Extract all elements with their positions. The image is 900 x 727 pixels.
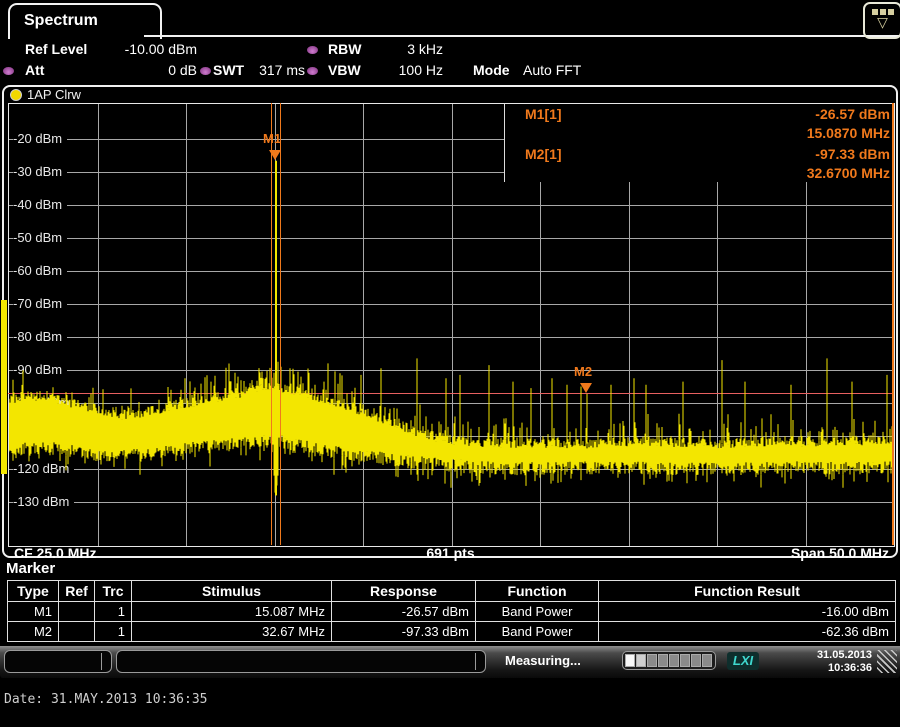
att-label[interactable]: Att [25, 62, 44, 78]
swt-label[interactable]: SWT [213, 62, 244, 78]
progress-segment [647, 654, 657, 667]
band-power-line [280, 103, 281, 545]
att-value[interactable]: 0 dB [110, 62, 197, 78]
sweep-points-label: 691 pts [8, 545, 893, 561]
trace1-label[interactable]: 1AP Clrw [27, 87, 81, 102]
table-cell: -62.36 dBm [599, 622, 895, 641]
att-led-icon [3, 67, 14, 75]
status-bar: Measuring... LXI 31.05.2013 10:36:36 [0, 646, 900, 678]
lxi-icon: LXI [727, 652, 759, 670]
progress-segment [702, 654, 712, 667]
progress-segment [669, 654, 679, 667]
table-header-cell: Stimulus [132, 581, 332, 601]
vbw-value[interactable]: 100 Hz [370, 62, 443, 78]
marker-info-panel: M1[1] -26.57 dBm 15.0870 MHz M2[1] -97.3… [505, 104, 893, 182]
marker-m1-level: -26.57 dBm [505, 106, 893, 122]
measuring-status-label: Measuring... [505, 653, 581, 668]
table-row: M2 132.67 MHz-97.33 dBmBand Power-62.36 d… [8, 621, 895, 641]
table-cell: -16.00 dBm [599, 602, 895, 621]
softkey-slot-left[interactable] [4, 650, 112, 673]
table-cell: 1 [95, 602, 132, 621]
table-header-cell: Type [8, 581, 59, 601]
marker-m2-triangle-icon[interactable] [580, 383, 592, 393]
table-header-cell: Ref [59, 581, 95, 601]
swt-value[interactable]: 317 ms [250, 62, 305, 78]
marker-m2-label[interactable]: M2 [574, 364, 592, 379]
table-header-cell: Response [332, 581, 476, 601]
span-label[interactable]: Span 50.0 MHz [791, 545, 889, 561]
ref-level-label[interactable]: Ref Level [25, 41, 87, 57]
marker-m2-frequency: 32.6700 MHz [505, 165, 893, 181]
tab-bar-divider [144, 35, 900, 37]
trace-edge-stripe [1, 300, 7, 474]
table-header-cell: Function Result [599, 581, 895, 601]
marker-m1-triangle-icon[interactable] [269, 150, 281, 160]
table-cell: -97.33 dBm [332, 622, 476, 641]
progress-segment [658, 654, 668, 667]
table-cell: 1 [95, 622, 132, 641]
table-header-cell: Function [476, 581, 599, 601]
marker-m2-level: -97.33 dBm [505, 146, 893, 162]
rbw-value[interactable]: 3 kHz [370, 41, 443, 57]
rbw-label[interactable]: RBW [328, 41, 361, 57]
graph-footer: CF 25.0 MHz 691 pts Span 50.0 MHz [8, 545, 893, 559]
progress-segment [636, 654, 646, 667]
table-cell [59, 622, 95, 641]
screenshot-date-text: Date: 31.MAY.2013 10:36:35 [4, 692, 208, 707]
mode-label[interactable]: Mode [473, 62, 510, 78]
table-header-cell: Trc [95, 581, 132, 601]
mode-value[interactable]: Auto FFT [523, 62, 581, 78]
table-cell: M2 [8, 622, 59, 641]
table-row: M1 115.087 MHz-26.57 dBmBand Power-16.00 … [8, 601, 895, 621]
marker-section-title: Marker [6, 560, 55, 577]
table-cell: M1 [8, 602, 59, 621]
table-cell: 15.087 MHz [132, 602, 332, 621]
status-date: 31.05.2013 [762, 649, 872, 662]
band-power-line [892, 103, 894, 545]
table-cell: Band Power [476, 622, 599, 641]
swt-led-icon [200, 67, 211, 75]
progress-segment [691, 654, 701, 667]
trace1-led-icon [10, 89, 22, 101]
chevron-down-icon: ▽ [877, 15, 888, 30]
rbw-led-icon [307, 46, 318, 54]
resize-grip-icon [877, 650, 897, 673]
marker-m1-label[interactable]: M1 [263, 131, 281, 146]
table-cell: -26.57 dBm [332, 602, 476, 621]
ref-level-value[interactable]: -10.00 dBm [100, 41, 197, 57]
progress-segment [625, 654, 635, 667]
onscreen-keyboard-button[interactable]: ▽ [863, 2, 900, 39]
table-cell: Band Power [476, 602, 599, 621]
tab-spectrum[interactable]: Spectrum [8, 3, 162, 39]
spectrum-analyzer-screen: Spectrum ▽ Ref Level -10.00 dBm RBW 3 kH… [0, 0, 900, 727]
table-cell: 32.67 MHz [132, 622, 332, 641]
marker-table: TypeRefTrcStimulusResponseFunctionFuncti… [7, 580, 896, 642]
status-datetime: 31.05.2013 10:36:36 [762, 649, 872, 675]
measurement-progress-bar [622, 651, 716, 670]
vbw-label[interactable]: VBW [328, 62, 361, 78]
vbw-led-icon [307, 67, 318, 75]
band-power-line [271, 103, 272, 545]
marker-m1-frequency: 15.0870 MHz [505, 125, 893, 141]
softkey-slot-center[interactable] [116, 650, 486, 673]
status-time: 10:36:36 [762, 662, 872, 675]
progress-segment [680, 654, 690, 667]
table-cell [59, 602, 95, 621]
